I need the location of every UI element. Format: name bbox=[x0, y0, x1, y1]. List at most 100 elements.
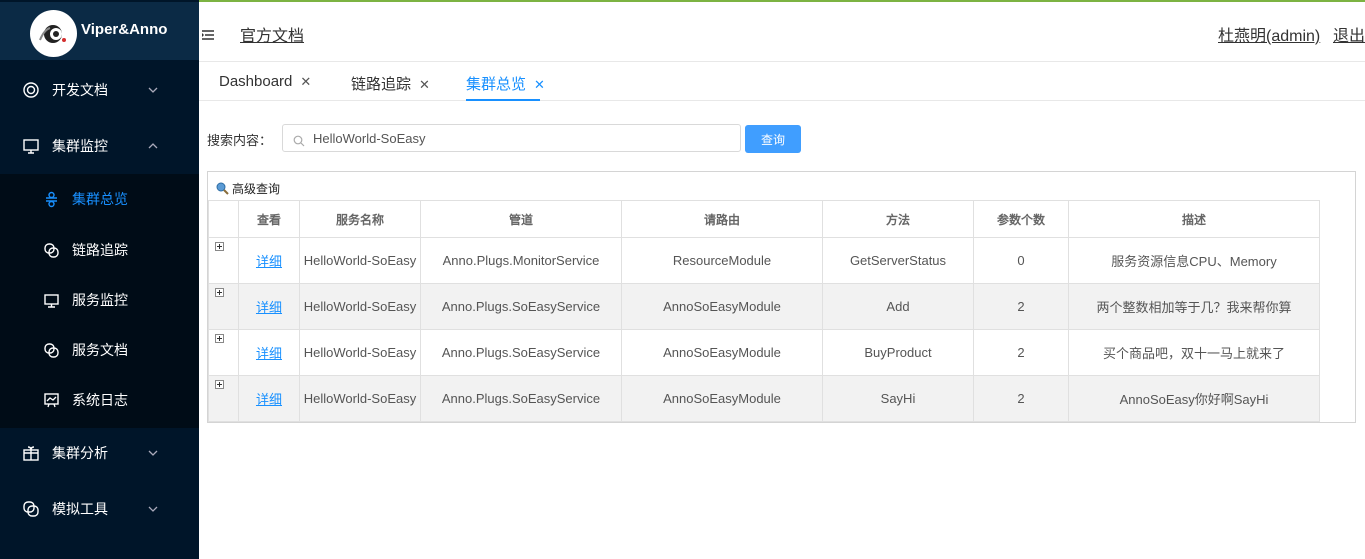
app-name: Viper&Anno bbox=[81, 21, 168, 38]
submenu-cluster-monitor: 集群总览 链路追踪 服务监控 服务文档 系统日志 bbox=[0, 174, 199, 428]
expand-cell bbox=[208, 283, 239, 330]
table-row: 详细 HelloWorld-SoEasy Anno.Plugs.SoEasySe… bbox=[208, 329, 1320, 376]
pipe-cell: Anno.Plugs.SoEasyService bbox=[420, 375, 622, 422]
search-field[interactable] bbox=[282, 124, 741, 152]
method-cell: SayHi bbox=[822, 375, 974, 422]
top-header: 官方文档 杜燕明(admin) 退出 bbox=[199, 2, 1365, 62]
menu-toggle-icon[interactable] bbox=[202, 26, 214, 40]
expand-cell bbox=[208, 329, 239, 376]
close-icon[interactable]: ✕ bbox=[300, 74, 311, 89]
desc-cell: 买个商品吧，双十一马上就来了 bbox=[1068, 329, 1320, 376]
cluster-icon bbox=[43, 191, 60, 208]
view-cell: 详细 bbox=[238, 329, 300, 376]
submenu-item-label: 服务文档 bbox=[72, 343, 128, 359]
detail-link[interactable]: 详细 bbox=[256, 346, 282, 361]
table-row: 详细 HelloWorld-SoEasy Anno.Plugs.MonitorS… bbox=[208, 237, 1320, 284]
tab-label: 集群总览 bbox=[466, 76, 527, 93]
close-icon[interactable]: ✕ bbox=[419, 77, 430, 92]
sidebar-item-cluster-analysis[interactable]: 集群分析 bbox=[0, 425, 199, 481]
logout-link[interactable]: 退出 bbox=[1333, 22, 1365, 46]
logo-area: Viper&Anno bbox=[0, 2, 199, 60]
tab-trace[interactable]: 链路追踪 ✕ bbox=[351, 73, 430, 94]
search-icon bbox=[293, 132, 305, 147]
detail-link[interactable]: 详细 bbox=[256, 300, 282, 315]
service-cell: HelloWorld-SoEasy bbox=[299, 237, 421, 284]
sidebar: Viper&Anno 开发文档 集群监控 集群总览 链路追踪 服务监控 服务文档… bbox=[0, 0, 199, 559]
expand-cell bbox=[208, 237, 239, 284]
route-cell: AnnoSoEasyModule bbox=[621, 329, 823, 376]
search-button[interactable]: 查询 bbox=[745, 125, 801, 153]
link-icon bbox=[43, 242, 60, 259]
services-table: 查看 服务名称 管道 请路由 方法 参数个数 描述 详细 HelloWorld-… bbox=[208, 200, 1320, 422]
expand-icon[interactable] bbox=[215, 288, 224, 297]
column-header: 请路由 bbox=[621, 200, 823, 238]
app-logo bbox=[30, 10, 77, 57]
view-cell: 详细 bbox=[238, 283, 300, 330]
chevron-up-icon bbox=[147, 140, 159, 152]
table-scroll-gutter bbox=[1319, 200, 1356, 422]
expand-icon[interactable] bbox=[215, 242, 224, 251]
sidebar-item-label: 模拟工具 bbox=[52, 502, 108, 518]
expand-column-header bbox=[208, 200, 239, 238]
service-cell: HelloWorld-SoEasy bbox=[299, 329, 421, 376]
route-cell: ResourceModule bbox=[621, 237, 823, 284]
advanced-search-label: 高级查询 bbox=[232, 182, 281, 196]
method-cell: BuyProduct bbox=[822, 329, 974, 376]
expand-cell bbox=[208, 375, 239, 422]
search-input[interactable] bbox=[313, 129, 733, 148]
active-tab-indicator bbox=[466, 99, 540, 101]
route-cell: AnnoSoEasyModule bbox=[621, 375, 823, 422]
view-cell: 详细 bbox=[238, 375, 300, 422]
submenu-item-system-log[interactable]: 系统日志 bbox=[0, 375, 199, 425]
table-header-row: 查看 服务名称 管道 请路由 方法 参数个数 描述 bbox=[208, 200, 1320, 238]
expand-icon[interactable] bbox=[215, 334, 224, 343]
submenu-item-label: 系统日志 bbox=[72, 393, 128, 409]
link-icon bbox=[43, 342, 60, 359]
submenu-item-service-monitor[interactable]: 服务监控 bbox=[0, 275, 199, 325]
sidebar-item-dev-docs[interactable]: 开发文档 bbox=[0, 62, 199, 118]
tab-bar: Dashboard ✕ 链路追踪 ✕ 集群总览 ✕ bbox=[199, 63, 1365, 101]
params-cell: 2 bbox=[973, 375, 1069, 422]
settings-circle-icon bbox=[22, 81, 40, 99]
pipe-cell: Anno.Plugs.MonitorService bbox=[420, 237, 622, 284]
submenu-item-label: 集群总览 bbox=[72, 192, 128, 208]
column-header: 服务名称 bbox=[299, 200, 421, 238]
chevron-down-icon bbox=[147, 447, 159, 459]
service-cell: HelloWorld-SoEasy bbox=[299, 283, 421, 330]
tab-cluster-overview[interactable]: 集群总览 ✕ bbox=[466, 73, 545, 94]
method-cell: Add bbox=[822, 283, 974, 330]
submenu-item-label: 链路追踪 bbox=[72, 243, 128, 259]
expand-icon[interactable] bbox=[215, 380, 224, 389]
params-cell: 0 bbox=[973, 237, 1069, 284]
route-cell: AnnoSoEasyModule bbox=[621, 283, 823, 330]
chart-board-icon bbox=[43, 392, 60, 409]
monitor-icon bbox=[22, 137, 40, 155]
detail-link[interactable]: 详细 bbox=[256, 392, 282, 407]
column-header: 方法 bbox=[822, 200, 974, 238]
chevron-down-icon bbox=[147, 503, 159, 515]
tab-dashboard[interactable]: Dashboard ✕ bbox=[219, 73, 311, 90]
table-row: 详细 HelloWorld-SoEasy Anno.Plugs.SoEasySe… bbox=[208, 283, 1320, 330]
table-row: 详细 HelloWorld-SoEasy Anno.Plugs.SoEasySe… bbox=[208, 375, 1320, 422]
detail-link[interactable]: 详细 bbox=[256, 254, 282, 269]
sidebar-item-sim-tools[interactable]: 模拟工具 bbox=[0, 481, 199, 537]
pipe-cell: Anno.Plugs.SoEasyService bbox=[420, 329, 622, 376]
submenu-item-label: 服务监控 bbox=[72, 293, 128, 309]
monitor-icon bbox=[43, 292, 60, 309]
sidebar-item-cluster-monitor[interactable]: 集群监控 bbox=[0, 118, 199, 174]
desc-cell: AnnoSoEasy你好啊SayHi bbox=[1068, 375, 1320, 422]
submenu-item-cluster-overview[interactable]: 集群总览 bbox=[0, 174, 199, 224]
submenu-item-trace[interactable]: 链路追踪 bbox=[0, 225, 199, 275]
close-icon[interactable]: ✕ bbox=[534, 77, 545, 92]
search-label: 搜索内容： bbox=[207, 134, 273, 149]
submenu-item-service-docs[interactable]: 服务文档 bbox=[0, 325, 199, 375]
pipe-cell: Anno.Plugs.SoEasyService bbox=[420, 283, 622, 330]
official-docs-link[interactable]: 官方文档 bbox=[240, 22, 304, 46]
advanced-search[interactable]: 高级查询 bbox=[216, 180, 280, 197]
service-cell: HelloWorld-SoEasy bbox=[299, 375, 421, 422]
params-cell: 2 bbox=[973, 283, 1069, 330]
user-link[interactable]: 杜燕明(admin) bbox=[1218, 22, 1320, 46]
column-header: 查看 bbox=[238, 200, 300, 238]
column-header: 参数个数 bbox=[973, 200, 1069, 238]
column-header: 管道 bbox=[420, 200, 622, 238]
